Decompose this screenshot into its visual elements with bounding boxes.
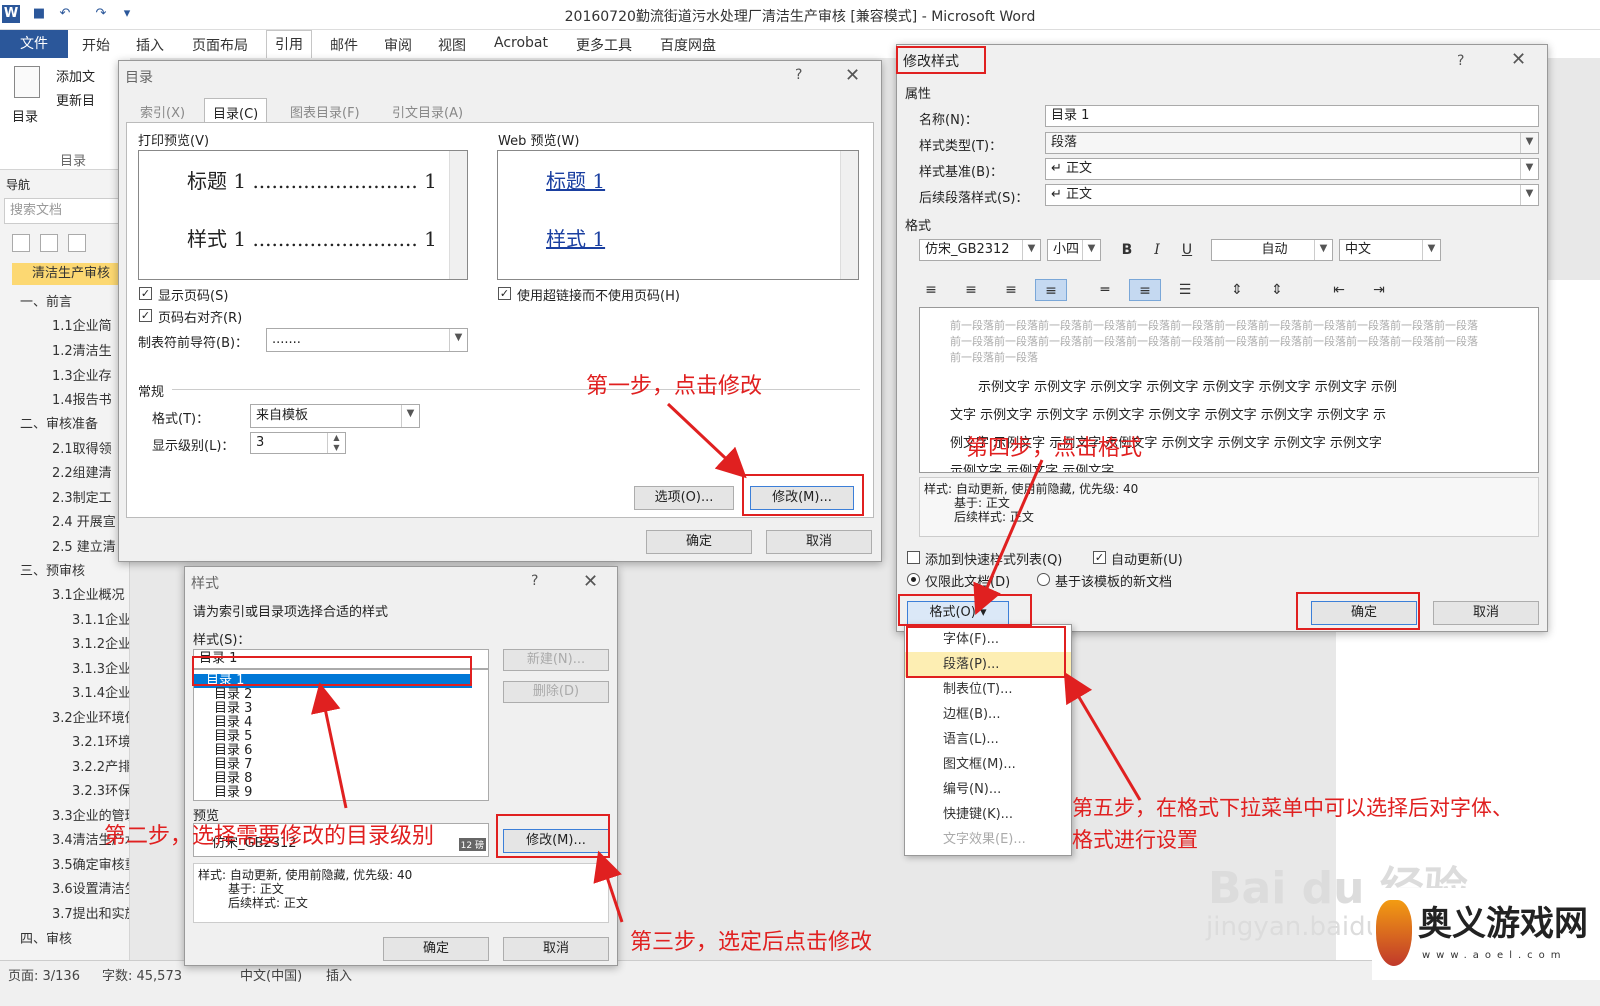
- arrow-step3: [593, 850, 624, 923]
- annotation-step1: 第一步，点击修改: [586, 374, 763, 399]
- arrow-step2: [311, 682, 348, 809]
- annotation-step2: 第二步，选择需要修改的目录级别: [104, 824, 435, 849]
- annotation-step5-line2: 格式进行设置: [1072, 828, 1198, 852]
- arrow-step4: [973, 459, 1044, 616]
- annotation-step3: 第三步，选定后点击修改: [630, 930, 873, 955]
- arrow-step5: [1063, 671, 1142, 801]
- annotation-step4: 第四步，点击格式: [966, 436, 1143, 461]
- annotation-arrows: [311, 402, 1142, 923]
- annotation-step5-line1: 第五步，在格式下拉菜单中可以选择后对字体、: [1072, 796, 1513, 820]
- arrow-step1: [666, 402, 747, 479]
